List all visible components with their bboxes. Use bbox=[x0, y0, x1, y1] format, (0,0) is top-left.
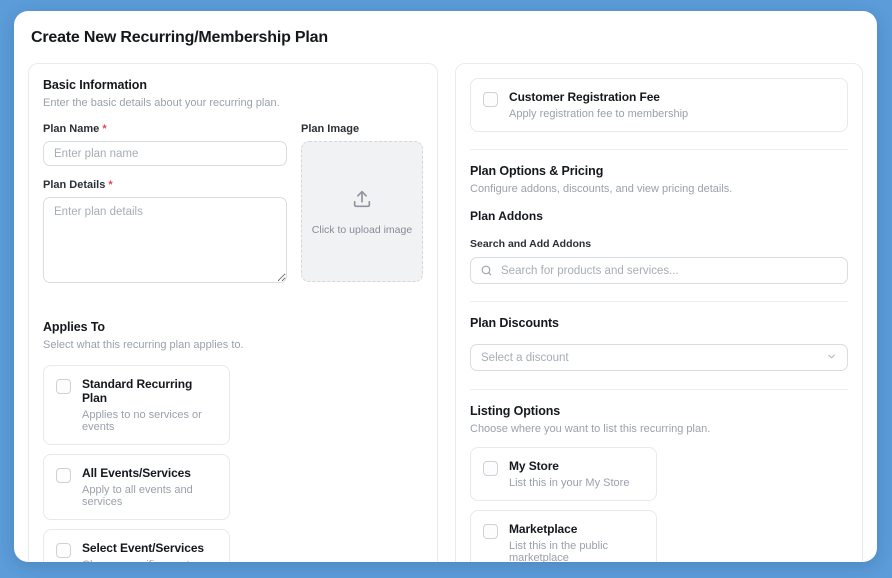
option-subtitle: Apply registration fee to membership bbox=[509, 108, 688, 120]
plan-name-input[interactable] bbox=[43, 141, 287, 166]
basic-information-panel: Basic Information Enter the basic detail… bbox=[28, 63, 438, 562]
applies-to-subtitle: Select what this recurring plan applies … bbox=[43, 339, 423, 351]
option-marketplace[interactable]: Marketplace List this in the public mark… bbox=[470, 510, 657, 562]
upload-icon bbox=[351, 188, 373, 215]
checkbox-customer-registration-fee[interactable] bbox=[483, 92, 498, 107]
option-customer-registration-fee[interactable]: Customer Registration Fee Apply registra… bbox=[470, 78, 848, 132]
plan-details-label: Plan Details * bbox=[43, 179, 287, 191]
plan-options-pricing-subtitle: Configure addons, discounts, and view pr… bbox=[470, 183, 848, 195]
discount-select-placeholder: Select a discount bbox=[481, 352, 569, 364]
plan-addons-heading: Plan Addons bbox=[470, 209, 848, 223]
section-divider bbox=[470, 389, 848, 390]
applies-to-heading: Applies To bbox=[43, 320, 423, 334]
page-title: Create New Recurring/Membership Plan bbox=[31, 29, 877, 47]
section-divider bbox=[470, 301, 848, 302]
listing-options-subtitle: Choose where you want to list this recur… bbox=[470, 423, 848, 435]
option-title: Standard Recurring Plan bbox=[82, 377, 217, 405]
upload-hint-text: Click to upload image bbox=[312, 224, 412, 236]
checkbox-my-store[interactable] bbox=[483, 461, 498, 476]
checkbox-marketplace[interactable] bbox=[483, 524, 498, 539]
option-subtitle: List this in the public marketplace bbox=[509, 540, 644, 562]
applies-to-options: Standard Recurring Plan Applies to no se… bbox=[43, 365, 423, 562]
search-addons-label: Search and Add Addons bbox=[470, 238, 848, 250]
checkbox-select-event-services[interactable] bbox=[56, 543, 71, 558]
option-subtitle: Applies to no services or events bbox=[82, 409, 217, 433]
plan-options-pricing-heading: Plan Options & Pricing bbox=[470, 164, 848, 178]
plan-details-textarea[interactable] bbox=[43, 197, 287, 283]
option-title: All Events/Services bbox=[82, 466, 217, 480]
option-title: Select Event/Services bbox=[82, 541, 217, 555]
plan-name-label: Plan Name * bbox=[43, 123, 287, 135]
form-columns: Basic Information Enter the basic detail… bbox=[28, 63, 863, 562]
option-title: My Store bbox=[509, 459, 629, 473]
option-subtitle: Choose specific events or services bbox=[82, 559, 217, 562]
option-my-store[interactable]: My Store List this in your My Store bbox=[470, 447, 657, 501]
required-asterisk: * bbox=[102, 123, 106, 135]
plan-image-label: Plan Image bbox=[301, 123, 423, 135]
plan-image-upload-dropzone[interactable]: Click to upload image bbox=[301, 141, 423, 282]
listing-options-heading: Listing Options bbox=[470, 404, 848, 418]
option-subtitle: Apply to all events and services bbox=[82, 484, 217, 508]
discount-select[interactable]: Select a discount bbox=[470, 344, 848, 371]
option-subtitle: List this in your My Store bbox=[509, 477, 629, 489]
checkbox-all-events-services[interactable] bbox=[56, 468, 71, 483]
plan-discounts-heading: Plan Discounts bbox=[470, 316, 848, 330]
option-all-events-services[interactable]: All Events/Services Apply to all events … bbox=[43, 454, 230, 520]
basic-information-subtitle: Enter the basic details about your recur… bbox=[43, 97, 423, 109]
option-title: Customer Registration Fee bbox=[509, 90, 688, 104]
chevron-down-icon bbox=[826, 349, 837, 367]
options-pricing-panel: Customer Registration Fee Apply registra… bbox=[455, 63, 863, 562]
option-standard-recurring-plan[interactable]: Standard Recurring Plan Applies to no se… bbox=[43, 365, 230, 445]
option-select-event-services[interactable]: Select Event/Services Choose specific ev… bbox=[43, 529, 230, 562]
required-asterisk: * bbox=[108, 179, 112, 191]
create-plan-modal: Create New Recurring/Membership Plan Bas… bbox=[14, 11, 877, 562]
listing-options: My Store List this in your My Store Mark… bbox=[470, 447, 848, 562]
checkbox-standard-recurring-plan[interactable] bbox=[56, 379, 71, 394]
addons-search-field bbox=[470, 257, 848, 284]
section-divider bbox=[470, 149, 848, 150]
basic-information-heading: Basic Information bbox=[43, 78, 423, 92]
option-title: Marketplace bbox=[509, 522, 644, 536]
addons-search-input[interactable] bbox=[470, 257, 848, 284]
